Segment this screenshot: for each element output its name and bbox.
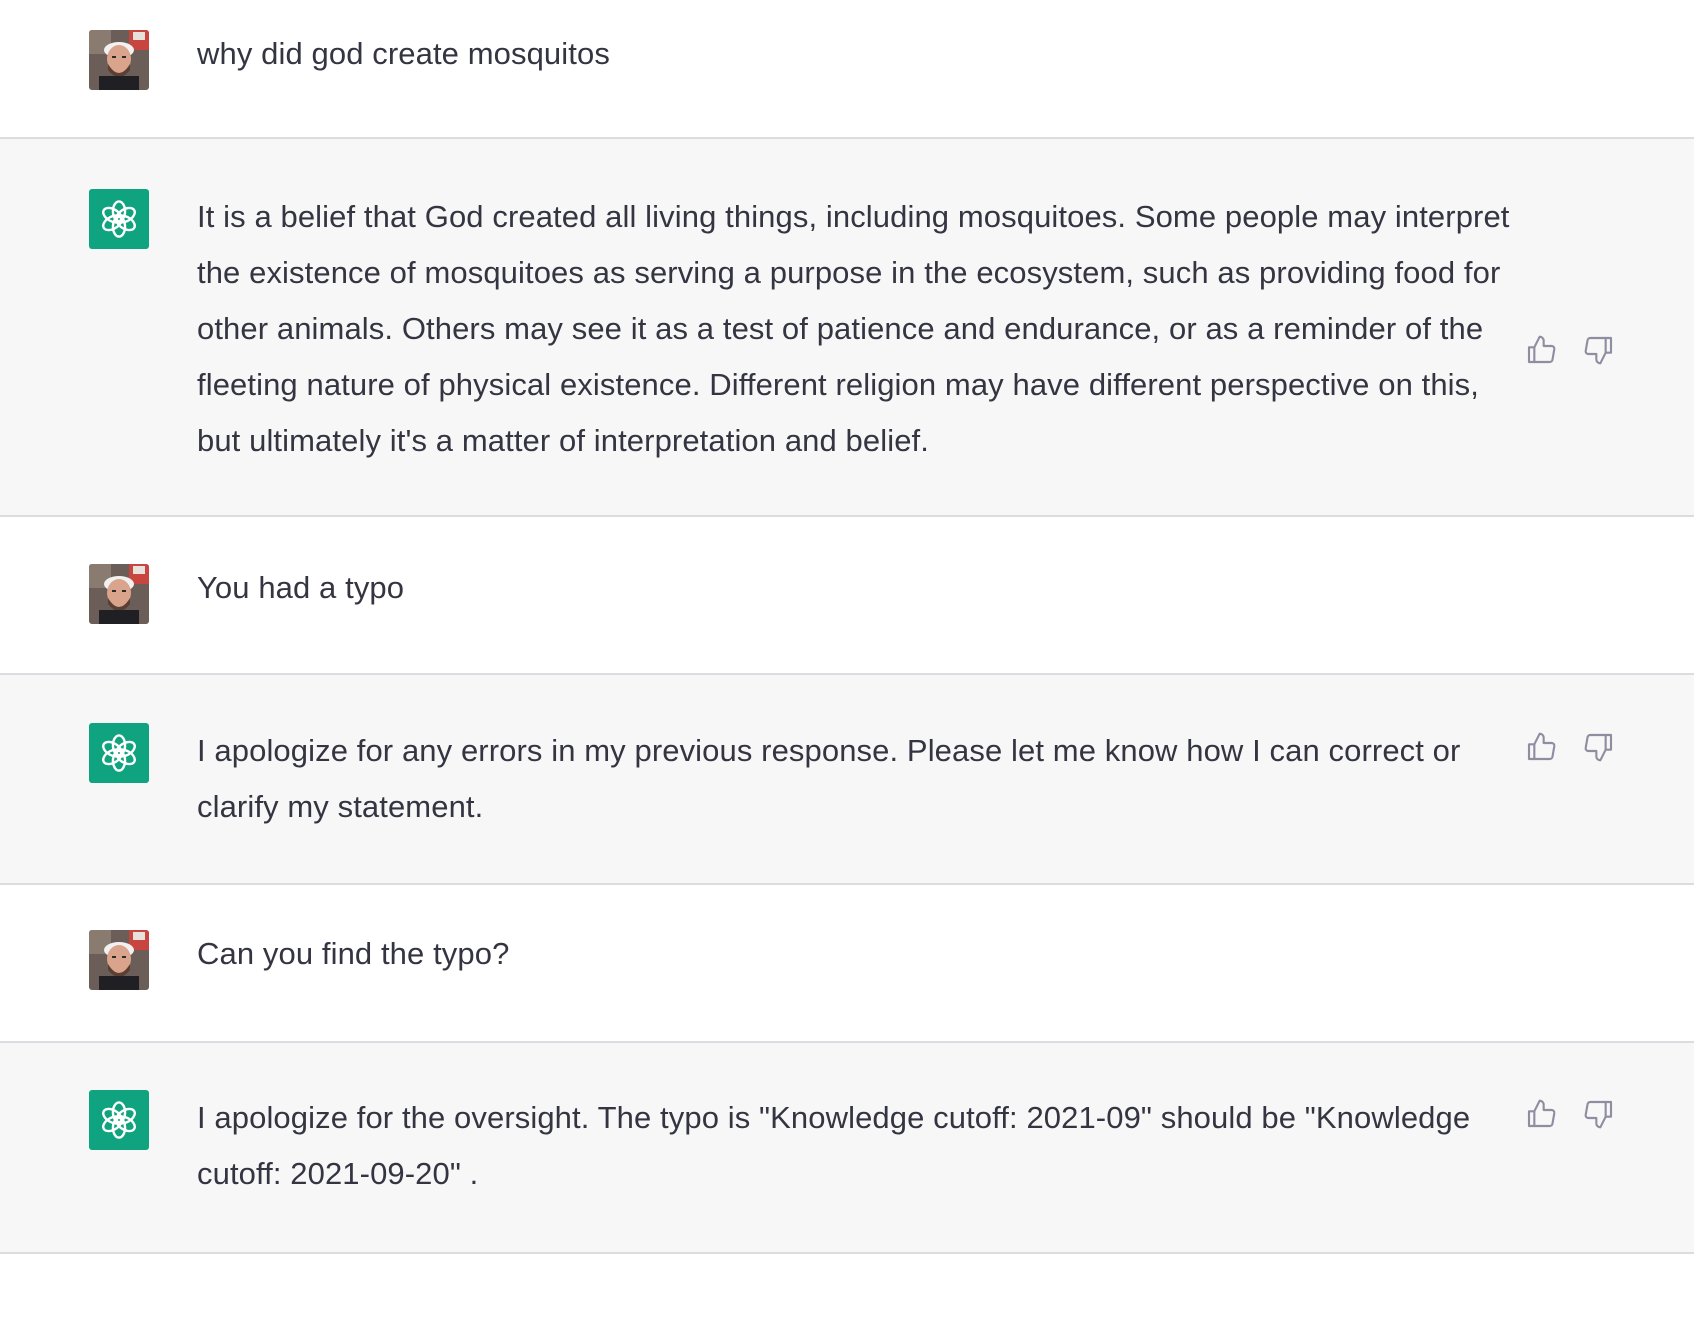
feedback-buttons: [1524, 730, 1616, 764]
user-avatar: [89, 564, 149, 624]
openai-logo-icon: [102, 200, 136, 238]
user-avatar: [89, 930, 149, 990]
assistant-message: I apologize for the oversight. The typo …: [0, 1043, 1694, 1254]
thumbs-down-icon: [1584, 733, 1613, 762]
thumbs-up-icon: [1527, 732, 1556, 761]
chat-thread: why did god create mosquitos It is a bel…: [0, 0, 1694, 1254]
openai-logo-icon: [102, 1101, 136, 1139]
openai-logo-icon: [102, 734, 136, 772]
thumbs-up-button[interactable]: [1524, 730, 1558, 764]
assistant-message: I apologize for any errors in my previou…: [0, 675, 1694, 885]
message-text: I apologize for the oversight. The typo …: [197, 1100, 1471, 1191]
user-photo-avatar-icon: [89, 564, 149, 624]
assistant-message: It is a belief that God created all livi…: [0, 139, 1694, 517]
thumbs-down-icon: [1584, 1100, 1613, 1129]
thumbs-down-button[interactable]: [1582, 1097, 1616, 1131]
message-text: Can you find the typo?: [197, 936, 510, 971]
user-message: You had a typo: [0, 517, 1694, 675]
assistant-avatar: [89, 189, 149, 249]
user-photo-avatar-icon: [89, 930, 149, 990]
feedback-buttons: [1524, 1097, 1616, 1131]
message-text: You had a typo: [197, 570, 405, 605]
thumbs-up-icon: [1527, 1099, 1556, 1128]
message-text: why did god create mosquitos: [197, 36, 610, 71]
user-message: Can you find the typo?: [0, 885, 1694, 1043]
user-message: why did god create mosquitos: [0, 0, 1694, 139]
thumbs-up-icon: [1527, 335, 1556, 364]
thumbs-up-button[interactable]: [1524, 333, 1558, 367]
message-text: It is a belief that God created all livi…: [197, 199, 1510, 458]
thumbs-up-button[interactable]: [1524, 1097, 1558, 1131]
assistant-avatar: [89, 723, 149, 783]
user-photo-avatar-icon: [89, 30, 149, 90]
thumbs-down-button[interactable]: [1582, 333, 1616, 367]
user-avatar: [89, 30, 149, 90]
message-text: I apologize for any errors in my previou…: [197, 733, 1461, 824]
assistant-avatar: [89, 1090, 149, 1150]
thumbs-down-icon: [1584, 336, 1613, 365]
thumbs-down-button[interactable]: [1582, 730, 1616, 764]
feedback-buttons: [1524, 333, 1616, 367]
